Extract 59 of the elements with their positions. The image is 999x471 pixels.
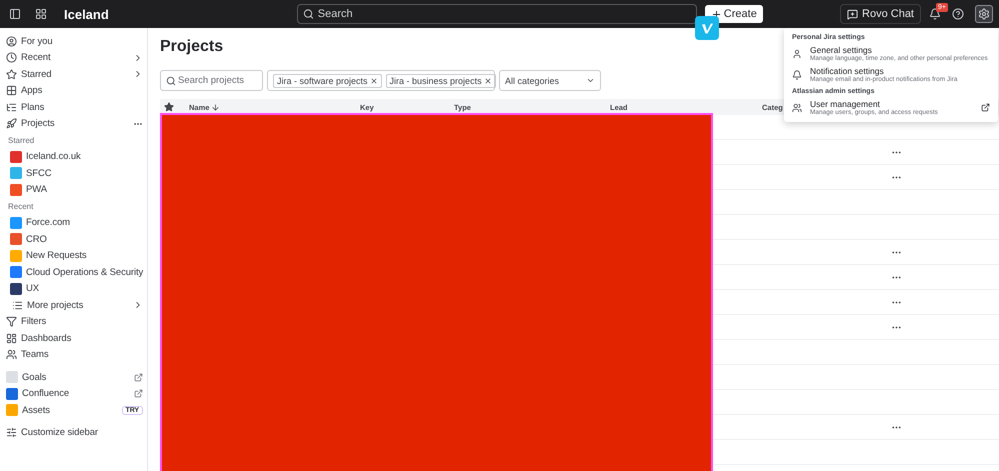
create-button[interactable]: Create bbox=[704, 5, 763, 23]
nav-item[interactable]: Customize sidebar bbox=[4, 424, 147, 441]
search-field[interactable]: Search bbox=[296, 4, 697, 24]
settings-icon[interactable] bbox=[975, 5, 993, 23]
category-select[interactable]: All categories bbox=[499, 70, 601, 91]
app-logo-icon bbox=[695, 16, 719, 40]
nav-item[interactable]: More projects bbox=[4, 297, 147, 314]
project-item[interactable]: UX bbox=[4, 280, 147, 297]
search-projects-field[interactable]: Search projects bbox=[160, 70, 263, 91]
project-item[interactable]: Cloud Operations & Security bbox=[4, 264, 147, 280]
chat-icon bbox=[847, 8, 858, 20]
nav-item[interactable]: Filters bbox=[4, 314, 147, 330]
sort-arrow-icon bbox=[211, 102, 220, 112]
nav-item[interactable]: Recent bbox=[4, 50, 147, 66]
app-item[interactable]: Goals bbox=[4, 369, 147, 386]
filter-icon bbox=[6, 316, 17, 328]
section-label: Starred bbox=[7, 134, 36, 147]
sliders-icon bbox=[6, 427, 17, 438]
plan-icon bbox=[6, 102, 17, 113]
bell-icon bbox=[792, 70, 802, 80]
star-icon[interactable] bbox=[164, 102, 174, 112]
people-icon bbox=[6, 349, 17, 360]
notifications-icon[interactable] bbox=[929, 8, 941, 20]
remove-icon[interactable] bbox=[370, 76, 378, 84]
nav-item[interactable]: Starred bbox=[4, 66, 147, 82]
rocket-icon bbox=[6, 118, 17, 130]
list-icon bbox=[12, 300, 23, 311]
type-filter[interactable]: Jira - software projects Jira - business projects bbox=[267, 70, 495, 91]
star-icon bbox=[6, 68, 17, 80]
filter-chip[interactable]: Jira - business projects bbox=[386, 74, 496, 88]
search-icon bbox=[166, 76, 176, 86]
nav-item[interactable]: For you bbox=[4, 33, 147, 50]
page-title: Projects bbox=[160, 38, 224, 56]
search-icon bbox=[302, 8, 314, 20]
grid-icon bbox=[6, 85, 17, 96]
nav-item[interactable]: Dashboards bbox=[4, 330, 147, 346]
project-item[interactable]: Force.com bbox=[4, 214, 147, 231]
nav-item[interactable]: Apps bbox=[4, 82, 147, 99]
chevron-down-icon bbox=[586, 76, 595, 85]
rovo-chat-button[interactable]: Rovo Chat bbox=[840, 4, 921, 24]
filter-chip[interactable]: Jira - software projects bbox=[273, 74, 382, 88]
app-item[interactable]: Confluence bbox=[4, 386, 147, 402]
section-label: Recent bbox=[7, 200, 34, 213]
site-name[interactable]: Iceland bbox=[64, 6, 109, 22]
nav-item[interactable]: Projects bbox=[4, 116, 147, 132]
remove-icon[interactable] bbox=[484, 76, 492, 84]
project-item[interactable]: PWA bbox=[4, 182, 147, 198]
person-icon bbox=[792, 48, 802, 58]
project-item[interactable]: CRO bbox=[4, 231, 147, 248]
nav-item[interactable]: Teams bbox=[4, 346, 147, 363]
project-item[interactable]: New Requests bbox=[4, 248, 147, 264]
nav-item[interactable]: Plans bbox=[4, 99, 147, 116]
plus-icon bbox=[710, 8, 722, 20]
dashboard-icon bbox=[6, 332, 17, 344]
people-icon bbox=[792, 102, 802, 112]
project-item[interactable]: Iceland.co.uk bbox=[4, 148, 147, 165]
person-circle-icon bbox=[6, 36, 17, 47]
clock-icon bbox=[6, 52, 17, 64]
project-item[interactable]: SFCC bbox=[4, 165, 147, 182]
